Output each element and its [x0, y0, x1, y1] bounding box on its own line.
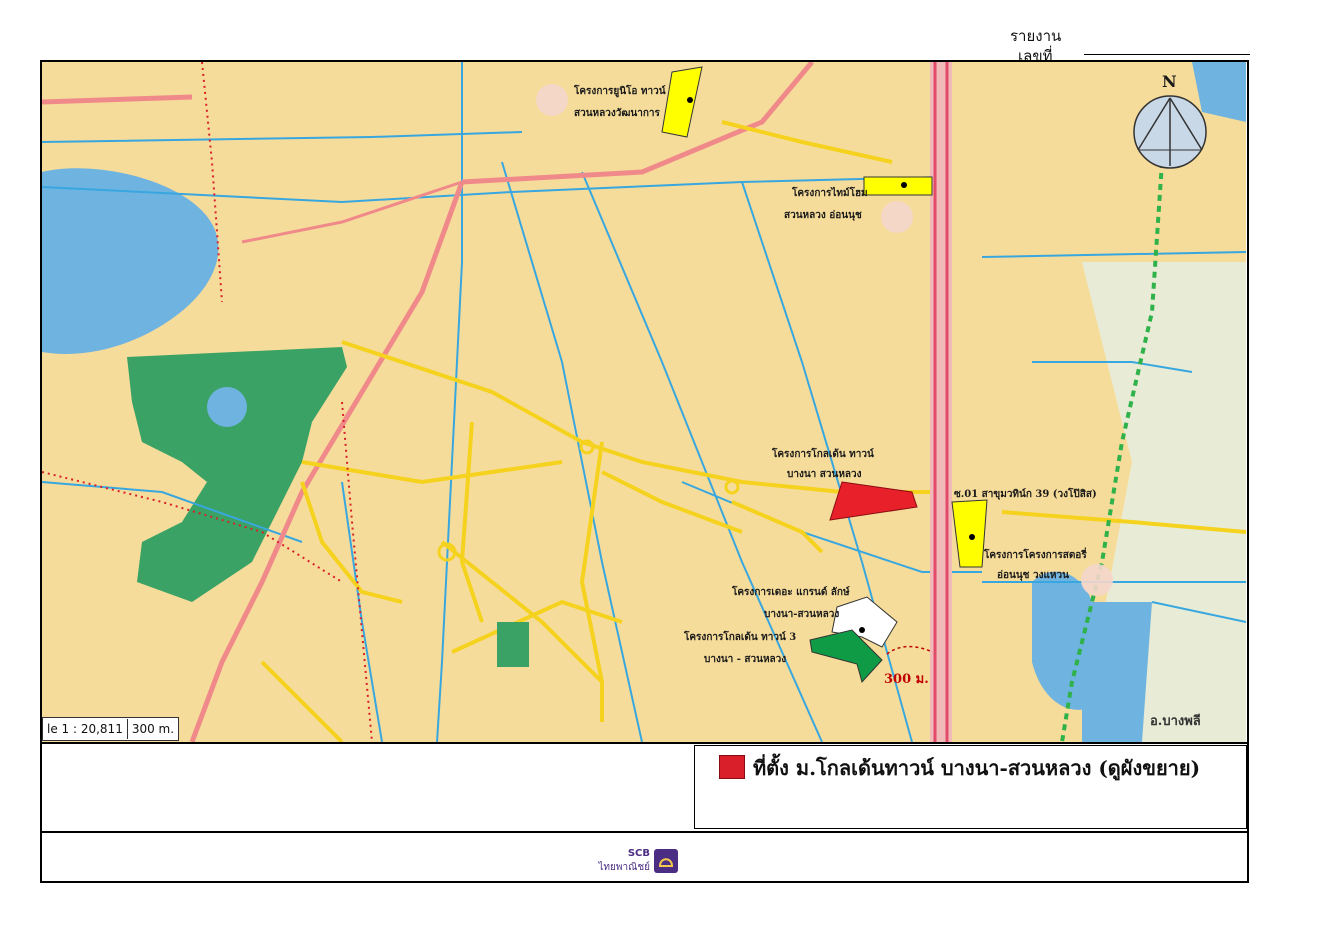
logo-en: SCB [627, 848, 650, 859]
label-unio-2: สวนหลวงวัฒนาการ [574, 108, 660, 119]
logo-th: ไทยพาณิชย์ [598, 862, 650, 873]
label-time-1: โครงการไทม์โฮม [792, 188, 868, 199]
distance-label: 300 ม. [884, 672, 929, 687]
scale-distance: 300 m. [131, 722, 175, 736]
label-golden-2: บางนา สวนหลวง [787, 469, 862, 480]
report-label: รายงาน [1010, 27, 1062, 45]
scb-emblem-icon [654, 849, 678, 873]
label-story-1: โครงการโครงการสตอรี่ [984, 550, 1087, 561]
project-time-home [863, 176, 933, 196]
label-grand-2: บางนา-สวนหลวง [764, 609, 840, 620]
scale-ratio: le 1 : 20,811 [47, 722, 123, 736]
label-soi: ซ.01 สาขุมวทิน์ก 39 (วงโป๊สิส) [954, 489, 1097, 500]
scb-logo: SCB ไทยพาณิชย์ [586, 848, 686, 874]
location-map[interactable]: N โครงการยูนิโอ ทาวน์ สวนหลวงวัฒนาการ โค… [42, 62, 1246, 742]
map-canvas[interactable] [42, 62, 1246, 742]
footer-divider [42, 831, 1247, 833]
compass-icon [1133, 95, 1207, 169]
district-label: อ.บางพลี [1150, 714, 1201, 729]
motorway [930, 62, 952, 742]
legend-text: ที่ตั้ง ม.โกลเด้นทาวน์ บางนา-สวนหลวง (ดู… [753, 756, 1201, 780]
label-golden3-2: บางนา - สวนหลวง [704, 654, 787, 665]
label-golden3-1: โครงการโกลเด้น ทาวน์ 3 [684, 632, 797, 643]
map-bottom-border [42, 742, 1247, 744]
legend-swatch [719, 755, 745, 779]
label-time-2: สวนหลวง อ่อนนุช [784, 210, 862, 221]
label-unio-1: โครงการยูนิโอ ทาวน์ [574, 86, 666, 97]
label-golden-1: โครงการโกลเด้น ทาวน์ [772, 449, 874, 460]
compass-north-label: N [1162, 72, 1177, 91]
green-plot [497, 622, 529, 667]
park-pond [207, 387, 247, 427]
label-story-2: อ่อนนุช วงแหวน [997, 570, 1069, 581]
scale-bar: le 1 : 20,811 300 m. [42, 717, 180, 741]
legend: ที่ตั้ง ม.โกลเด้นทาวน์ บางนา-สวนหลวง (ดู… [694, 745, 1247, 829]
label-grand-1: โครงการเดอะ แกรนด์ ลักษ์ [732, 587, 850, 598]
report-number-line [1084, 54, 1250, 55]
pond-bottom-right [1082, 602, 1152, 742]
